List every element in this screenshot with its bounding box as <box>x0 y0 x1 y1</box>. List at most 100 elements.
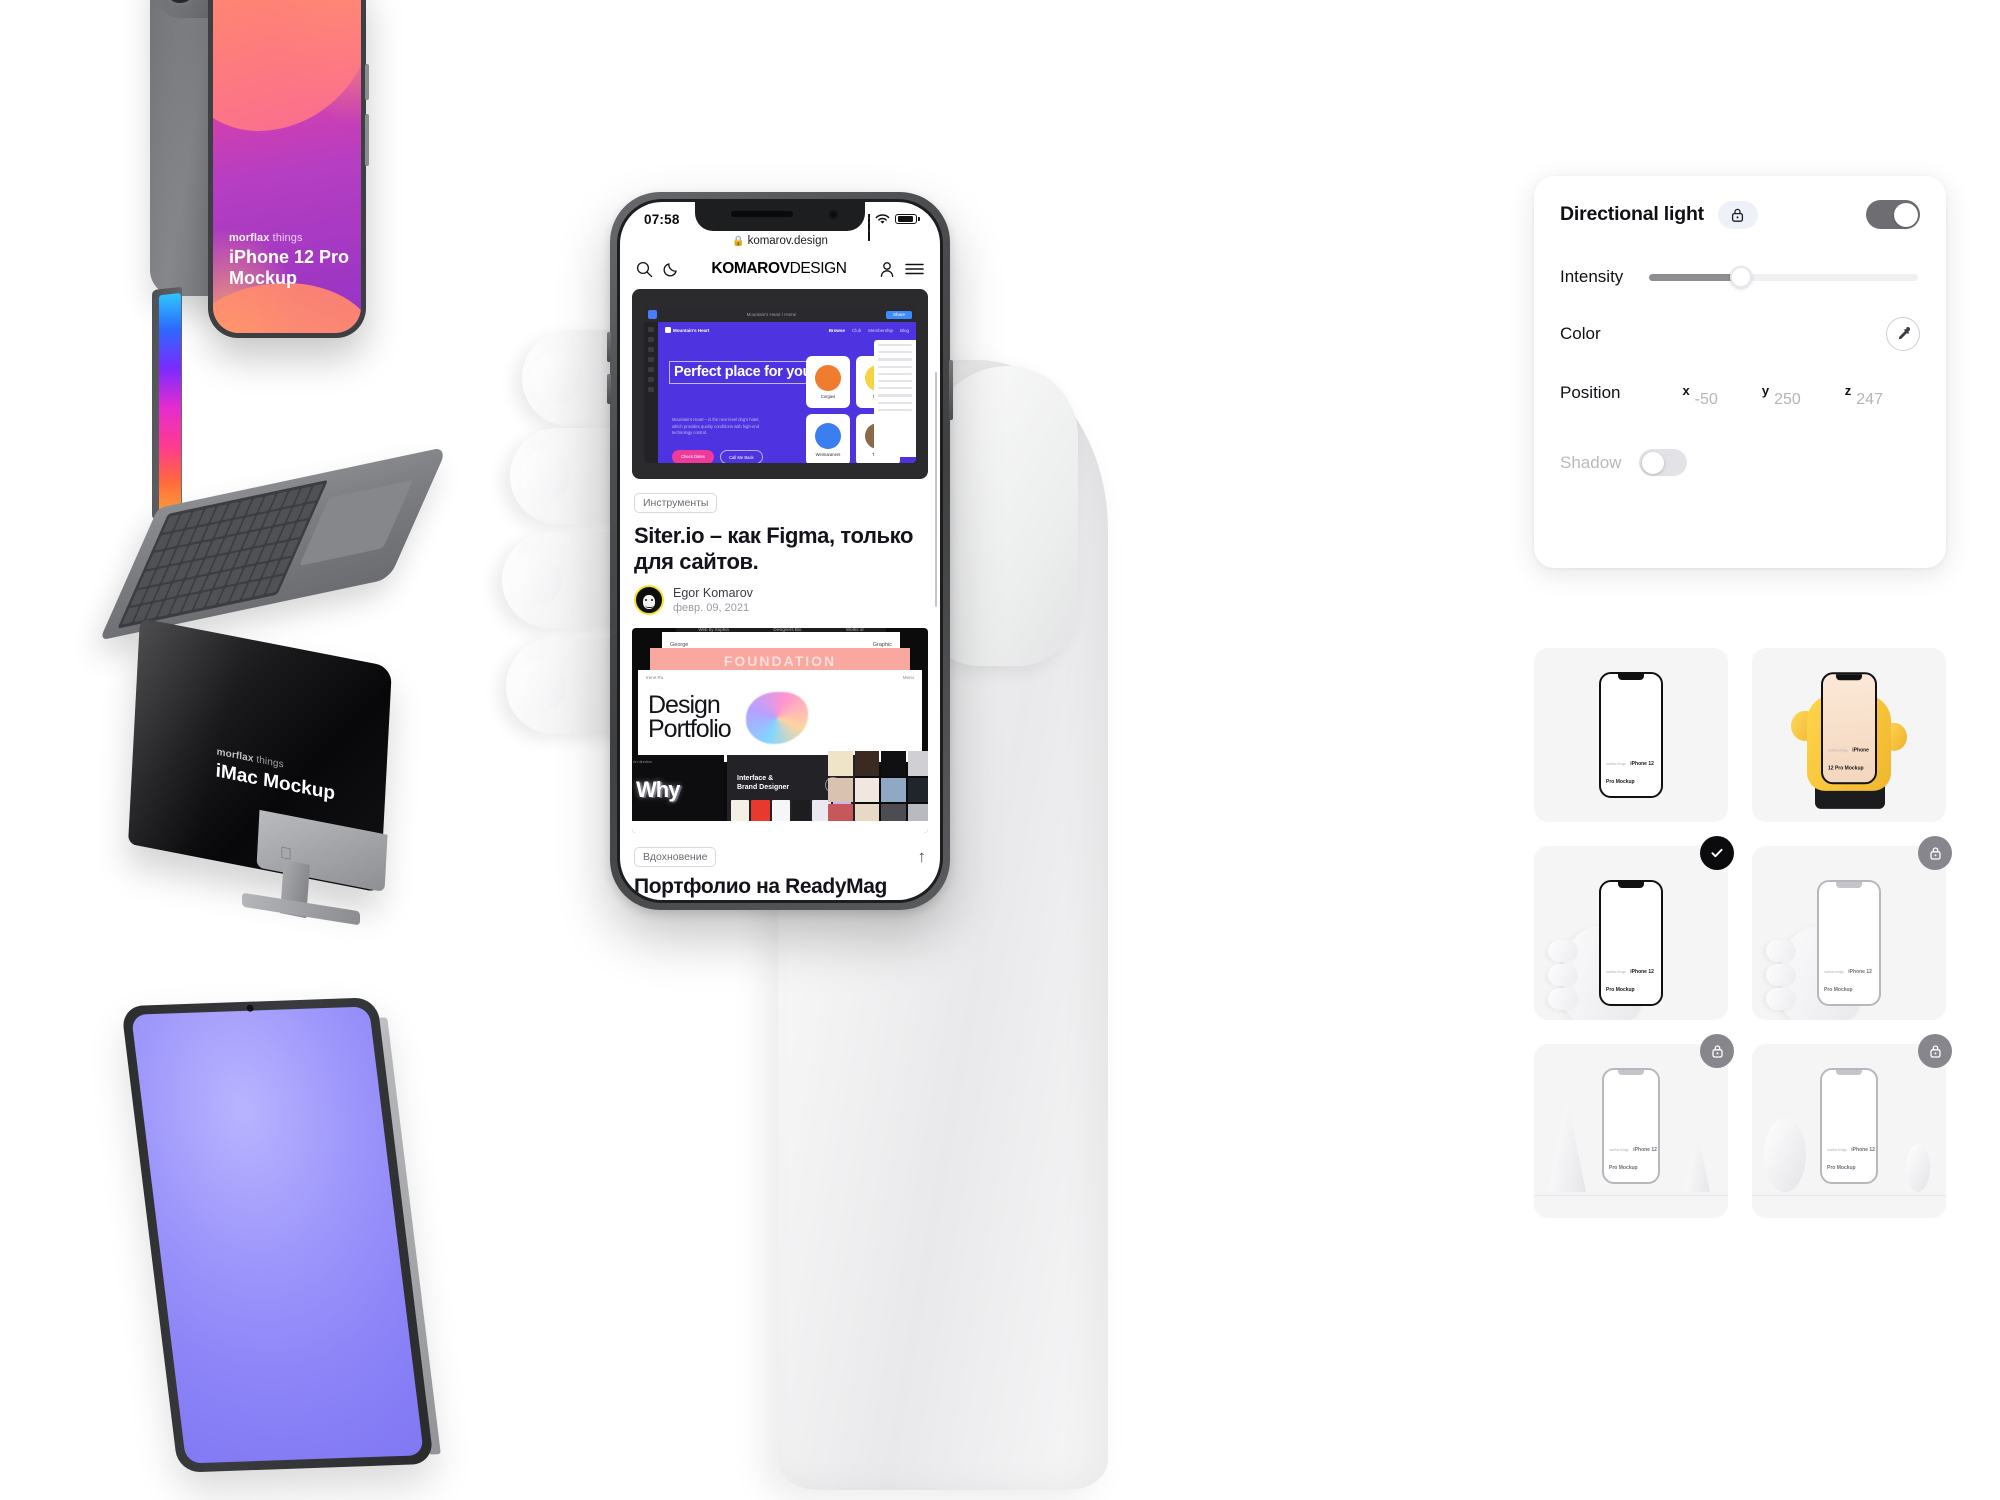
logo-light: DESIGN <box>789 260 847 277</box>
article-hero-image[interactable]: Mountain's Heart / Home Share Mountain's… <box>632 289 928 479</box>
status-bar: 07:58 <box>620 202 940 241</box>
hamburger-menu-icon[interactable] <box>905 262 924 276</box>
iface-line-2: Brand Designer <box>737 783 790 791</box>
thumbnail-4[interactable]: morflax things iPhone 12 Pro Mockup <box>1752 836 1952 1020</box>
scrollbar[interactable] <box>934 372 937 607</box>
volume-button <box>365 64 369 100</box>
eyedropper-icon[interactable] <box>1886 317 1920 351</box>
portfolio-nav-right: Menu <box>902 675 914 681</box>
keyboard <box>117 479 329 629</box>
locked-badge[interactable] <box>1918 836 1952 870</box>
lock-icon: 🔒 <box>732 236 745 247</box>
thumb-caption-brand: morflax things <box>1827 1147 1847 1152</box>
locked-badge[interactable] <box>1700 1034 1734 1068</box>
thumb-caption-brand: morflax things <box>1828 748 1848 753</box>
thumb-phone: morflax things iPhone 12 Pro Mockup <box>1820 1067 1878 1184</box>
position-y-field[interactable]: y 250 <box>1762 383 1801 409</box>
color-label: Color <box>1560 324 1601 343</box>
mock-photo-grid <box>828 751 928 830</box>
power-button[interactable] <box>949 360 953 420</box>
iphone-screen: morflax things iPhone 12 Pro Mockup <box>213 0 361 333</box>
search-icon[interactable] <box>636 261 653 278</box>
mock-nav-link: Membership <box>868 327 893 333</box>
article-secondary-image[interactable]: Web by Sophia Designers Bio Works of Geo… <box>632 628 928 834</box>
portfolio-nav-left: Irene Ru. <box>646 675 665 681</box>
why-small-text: Art direction <box>633 760 653 765</box>
thumbnail-1[interactable]: morflax things iPhone 12 Pro Mockup <box>1534 648 1728 822</box>
shadow-toggle[interactable] <box>1639 449 1688 476</box>
article-title[interactable]: Siter.io – как Figma, только для сайтов. <box>620 513 940 574</box>
locked-badge[interactable] <box>1918 1034 1952 1068</box>
ipad-screen <box>131 1006 424 1464</box>
arrow-up-icon[interactable]: ↑ <box>918 847 927 867</box>
intensity-row: Intensity <box>1560 266 1920 288</box>
cone-prop <box>1548 1096 1586 1192</box>
signal-bars-icon <box>867 214 871 241</box>
mockup-imac[interactable]: morflax things iMac Mockup  <box>128 610 450 940</box>
thumb-phone: morflax things iPhone 12 Pro Mockup <box>1821 672 1877 785</box>
lock-icon <box>1929 1045 1941 1058</box>
thumbnail-5[interactable]: morflax things iPhone 12 Pro Mockup <box>1534 1034 1734 1218</box>
phone-screen: 07:58 🔒 komarov.design KOMAROVDESIGN Mou… <box>620 202 940 900</box>
share-button[interactable]: Share <box>885 310 912 319</box>
wifi-icon <box>876 213 890 224</box>
thumb-caption-brand: morflax things <box>1824 970 1844 975</box>
volume-up-button[interactable] <box>607 332 611 362</box>
directional-light-panel: Directional light Intensity Color Positi… <box>1534 176 1946 568</box>
site-logo[interactable]: KOMAROVDESIGN <box>711 260 847 278</box>
thumb-caption-brand: morflax things <box>1606 970 1626 975</box>
mock-tab: Designers Bio <box>773 628 802 632</box>
position-z-field[interactable]: z 247 <box>1845 383 1883 409</box>
phone-device[interactable]: 07:58 🔒 komarov.design KOMAROVDESIGN Mou… <box>607 192 953 910</box>
moon-icon[interactable] <box>663 261 679 277</box>
position-y-value: 250 <box>1774 391 1801 408</box>
editor-file-name: Mountain's Heart / Home <box>746 312 797 317</box>
thumbnail-3[interactable]: morflax things iPhone 12 Pro Mockup <box>1534 836 1734 1020</box>
directional-light-toggle[interactable] <box>1866 200 1920 229</box>
thumb-caption-brand: morflax things <box>1609 1147 1629 1152</box>
pet-card-label: Corgies <box>820 394 836 399</box>
logo-bold: KOMAROV <box>711 260 790 277</box>
article-tag-row: Инструменты <box>620 479 940 513</box>
thumbnail-6[interactable]: morflax things iPhone 12 Pro Mockup <box>1752 1034 1952 1218</box>
thumbnail-2[interactable]: morflax things iPhone 12 Pro Mockup <box>1752 648 1946 822</box>
mock-tab: Web by Sophia <box>698 628 729 632</box>
cone-prop <box>1684 1130 1710 1192</box>
author-name: Egor Komarov <box>673 586 753 601</box>
browser-url-bar[interactable]: 🔒 komarov.design <box>620 232 940 254</box>
why-text: Why <box>636 777 680 803</box>
url-text: komarov.design <box>747 235 828 247</box>
volume-down-button[interactable] <box>607 374 611 404</box>
mockup-macbook-pro[interactable] <box>99 286 448 689</box>
position-x-field[interactable]: x -50 <box>1682 383 1717 409</box>
intensity-slider[interactable] <box>1649 266 1918 288</box>
mock-pet-card: Weimaraners <box>806 414 850 463</box>
person-icon[interactable] <box>879 261 895 278</box>
mock-secondary-button: Call Me Back <box>719 450 763 463</box>
editor-toolbar: Mountain's Heart / Home Share <box>644 307 916 322</box>
thumb-caption-brand: morflax things <box>1606 762 1626 766</box>
mockup-caption: morflax things iPhone 12 Pro Mockup <box>229 232 361 289</box>
next-article-tag[interactable]: Вдохновение <box>634 847 717 868</box>
app-logo-icon <box>648 310 657 319</box>
macbook-screen <box>159 292 181 514</box>
brand-bold: morflax <box>229 231 270 244</box>
power-button <box>365 114 369 166</box>
article-tag[interactable]: Инструменты <box>634 493 718 513</box>
mock-nav-link: Blog <box>899 327 909 333</box>
lock-icon <box>1929 847 1941 860</box>
ellipse-prop <box>1906 1144 1930 1192</box>
checkmark-icon <box>1711 848 1723 858</box>
thumb-phone: morflax things iPhone 12 Pro Mockup <box>1817 880 1881 1007</box>
mockup-title: iPhone 12 Pro Mockup <box>229 246 350 288</box>
selected-check-badge[interactable] <box>1700 836 1734 870</box>
next-article-title[interactable]: Портфолио на ReadyMag <box>620 867 940 899</box>
mockup-ipad-pro[interactable] <box>120 997 480 1500</box>
panel-header: Directional light <box>1560 200 1920 229</box>
mockup-iphone-12-pro[interactable]: morflax things iPhone 12 Pro Mockup <box>150 0 440 338</box>
macbook-lid <box>152 286 182 520</box>
mock-tab: Works of <box>846 628 864 632</box>
lock-icon[interactable] <box>1717 200 1758 229</box>
mock-why-page: Art direction Why <box>632 755 724 830</box>
thumb-phone: morflax things iPhone 12 Pro Mockup <box>1599 672 1663 798</box>
